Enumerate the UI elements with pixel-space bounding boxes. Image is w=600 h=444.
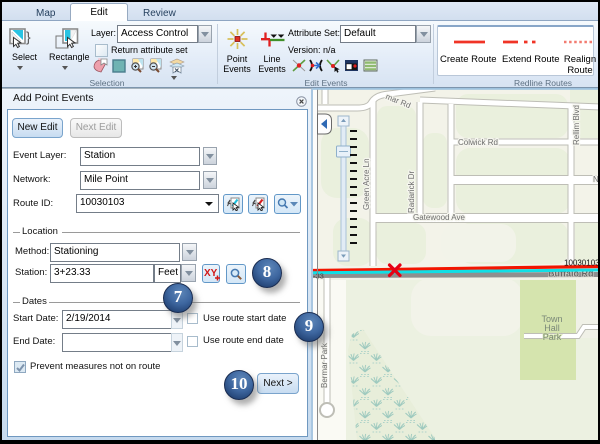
svg-text:Radarick Dr: Radarick Dr [407,170,416,213]
svg-text:Park: Park [543,332,562,342]
svg-text:Colwick Rd: Colwick Rd [458,138,498,147]
svg-text:Bermar Park: Bermar Park [320,342,329,388]
svg-text:Green Acre Ln: Green Acre Ln [362,158,371,210]
svg-text:Rellim Blvd: Rellim Blvd [572,105,581,145]
svg-text:Gatewood Ave: Gatewood Ave [413,213,465,222]
svg-text:10030103: 10030103 [564,259,598,268]
svg-text:}: } [26,29,31,45]
svg-text:-33: -33 [313,272,324,281]
